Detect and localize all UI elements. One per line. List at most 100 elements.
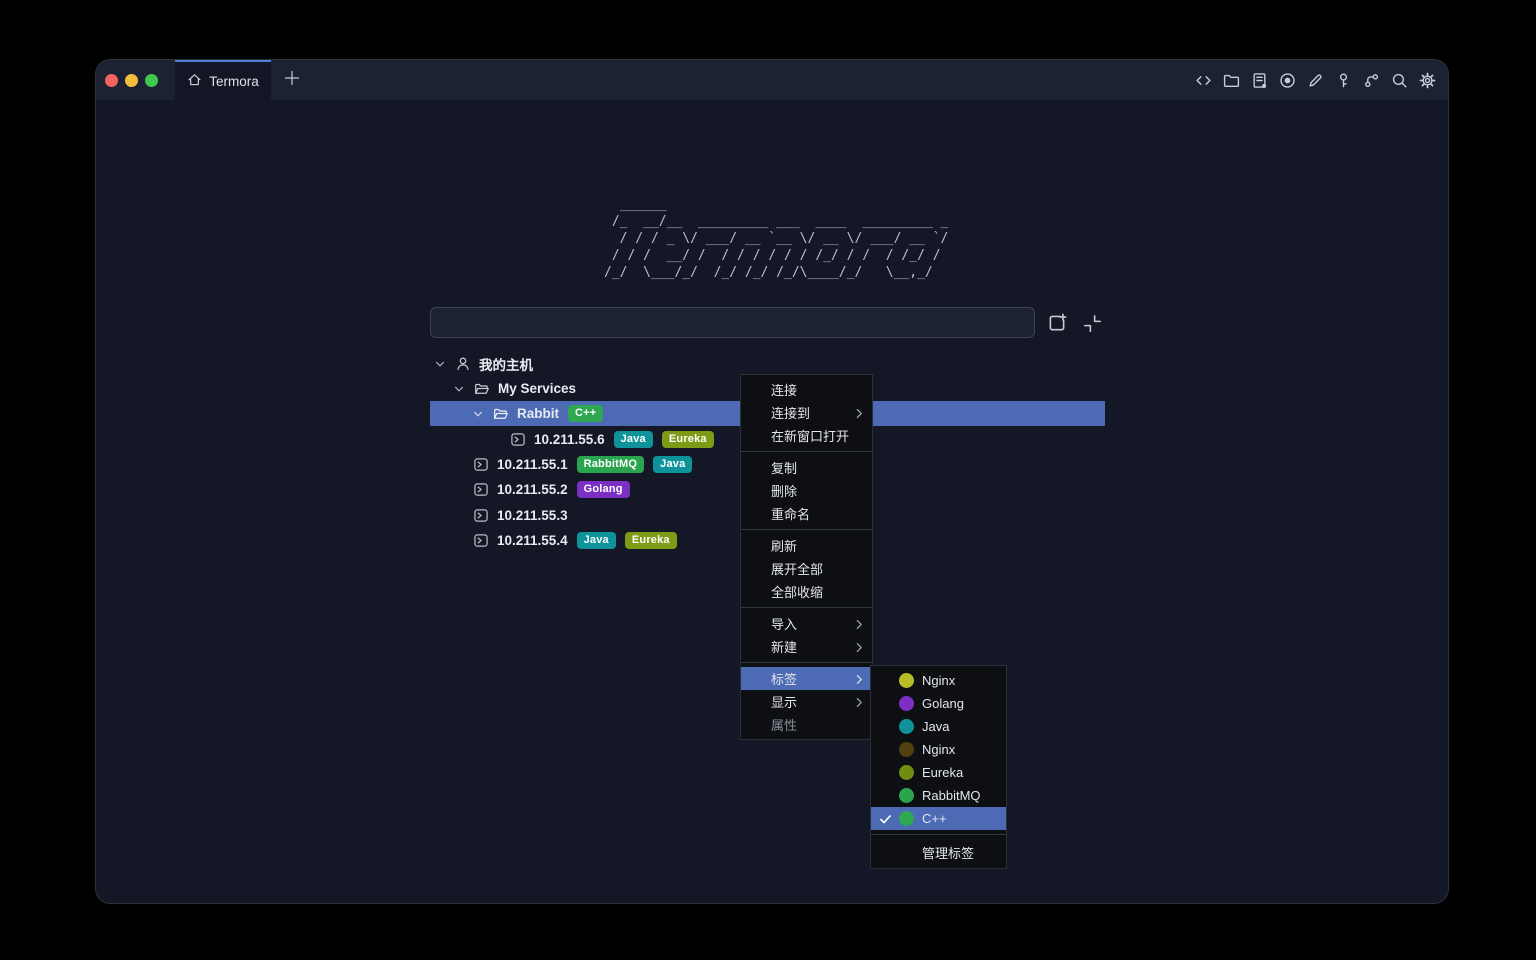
host-ip: 10.211.55.1	[497, 457, 568, 472]
user-icon	[455, 356, 471, 372]
tag-badge: Java	[614, 431, 653, 448]
add-host-button[interactable]	[1044, 310, 1070, 336]
chevron-down-icon[interactable]	[434, 358, 446, 370]
window-controls	[105, 60, 158, 100]
tree-item-my-services[interactable]: My Services	[453, 376, 576, 401]
close-window-button[interactable]	[105, 74, 118, 87]
menu-item-expand-all[interactable]: 展开全部	[741, 557, 872, 580]
menu-separator	[741, 529, 872, 530]
tree-label: My Services	[498, 381, 576, 396]
toolbar	[1195, 60, 1436, 100]
open-folder-icon	[474, 381, 490, 397]
tag-badge: Java	[577, 532, 616, 549]
add-host-icon	[1047, 313, 1067, 333]
settings-gear-icon[interactable]	[1419, 72, 1436, 89]
tag-color-dot	[899, 788, 914, 803]
tag-badge: Java	[653, 456, 692, 473]
menu-item-collapse-all[interactable]: 全部收缩	[741, 580, 872, 603]
menu-separator	[741, 662, 872, 663]
chevron-right-icon	[856, 696, 863, 711]
log-icon[interactable]	[1251, 72, 1268, 89]
chevron-right-icon	[856, 618, 863, 633]
code-icon[interactable]	[1195, 72, 1212, 89]
menu-item-copy[interactable]: 复制	[741, 456, 872, 479]
tag-color-dot	[899, 673, 914, 688]
menu-item-properties[interactable]: 属性	[741, 713, 872, 736]
tree-item-host[interactable]: 10.211.55.4 Java Eureka	[473, 528, 677, 553]
context-menu: 连接 连接到 在新窗口打开 复制 删除 重命名 刷新	[740, 374, 873, 740]
tree-label: 我的主机	[479, 354, 533, 374]
tree-item-my-hosts[interactable]: 我的主机	[434, 351, 533, 376]
search-icon[interactable]	[1391, 72, 1408, 89]
tree-item-host[interactable]: 10.211.55.6 Java Eureka	[510, 427, 714, 452]
minimize-window-button[interactable]	[125, 74, 138, 87]
tag-badge: RabbitMQ	[577, 456, 645, 473]
menu-item-show[interactable]: 显示	[741, 690, 872, 713]
tag-badge: Golang	[577, 481, 630, 498]
collapse-icon	[1083, 314, 1102, 333]
tree-label: Rabbit	[517, 406, 559, 421]
menu-item-open-in-new-window[interactable]: 在新窗口打开	[741, 424, 872, 447]
tag-color-dot	[899, 696, 914, 711]
quick-connect-input[interactable]	[430, 307, 1035, 338]
home-icon	[187, 72, 202, 90]
submenu-item-tag[interactable]: RabbitMQ	[871, 784, 1006, 807]
desktop: Termora	[0, 0, 1536, 960]
tab-termora[interactable]: Termora	[175, 60, 271, 100]
app-window: Termora	[96, 60, 1448, 903]
terminal-icon	[473, 457, 489, 473]
menu-item-tags[interactable]: 标签	[741, 667, 872, 690]
chevron-down-icon[interactable]	[453, 383, 465, 395]
edit-icon[interactable]	[1307, 72, 1324, 89]
tag-color-dot	[899, 811, 914, 826]
menu-item-delete[interactable]: 删除	[741, 479, 872, 502]
ascii-logo: ______ /_ __/__ _________ ___ ____ _____…	[604, 196, 948, 281]
host-ip: 10.211.55.2	[497, 482, 568, 497]
submenu-item-tag-checked[interactable]: C++	[871, 807, 1006, 830]
tab-label: Termora	[209, 74, 259, 89]
submenu-item-tag[interactable]: Nginx	[871, 738, 1006, 761]
host-ip: 10.211.55.3	[497, 508, 568, 523]
submenu-item-manage-tags[interactable]: 管理标签	[871, 839, 1006, 865]
menu-item-refresh[interactable]: 刷新	[741, 534, 872, 557]
keychain-icon[interactable]	[1363, 72, 1380, 89]
host-ip: 10.211.55.6	[534, 432, 605, 447]
submenu-item-tag[interactable]: Golang	[871, 692, 1006, 715]
terminal-icon	[473, 482, 489, 498]
tag-color-dot	[899, 719, 914, 734]
menu-item-rename[interactable]: 重命名	[741, 502, 872, 525]
submenu-item-tag[interactable]: Java	[871, 715, 1006, 738]
tag-badge: Eureka	[625, 532, 677, 549]
menu-separator	[741, 451, 872, 452]
chevron-right-icon	[856, 641, 863, 656]
menu-separator	[741, 607, 872, 608]
submenu-item-tag[interactable]: Eureka	[871, 761, 1006, 784]
new-tab-button[interactable]	[278, 60, 306, 100]
open-folder-icon	[493, 406, 509, 422]
chevron-right-icon	[856, 407, 863, 422]
key-icon[interactable]	[1335, 72, 1352, 89]
tree-item-rabbit[interactable]: Rabbit C++	[472, 401, 603, 426]
titlebar: Termora	[96, 60, 1448, 100]
host-ip: 10.211.55.4	[497, 533, 568, 548]
chevron-right-icon	[856, 673, 863, 688]
tag-color-dot	[899, 765, 914, 780]
record-icon[interactable]	[1279, 72, 1296, 89]
folder-icon[interactable]	[1223, 72, 1240, 89]
chevron-down-icon[interactable]	[472, 408, 484, 420]
menu-item-new[interactable]: 新建	[741, 635, 872, 658]
tree-item-host[interactable]: 10.211.55.2 Golang	[473, 477, 630, 502]
terminal-icon	[510, 432, 526, 448]
terminal-icon	[473, 508, 489, 524]
checkmark-icon	[879, 812, 893, 826]
menu-item-connect[interactable]: 连接	[741, 378, 872, 401]
tag-badge: Eureka	[662, 431, 714, 448]
menu-item-connect-to[interactable]: 连接到	[741, 401, 872, 424]
tree-item-host[interactable]: 10.211.55.3	[473, 503, 568, 528]
tree-item-host[interactable]: 10.211.55.1 RabbitMQ Java	[473, 452, 692, 477]
zoom-window-button[interactable]	[145, 74, 158, 87]
submenu-item-tag[interactable]: Nginx	[871, 669, 1006, 692]
menu-item-import[interactable]: 导入	[741, 612, 872, 635]
tag-color-dot	[899, 742, 914, 757]
collapse-all-button[interactable]	[1079, 310, 1105, 336]
